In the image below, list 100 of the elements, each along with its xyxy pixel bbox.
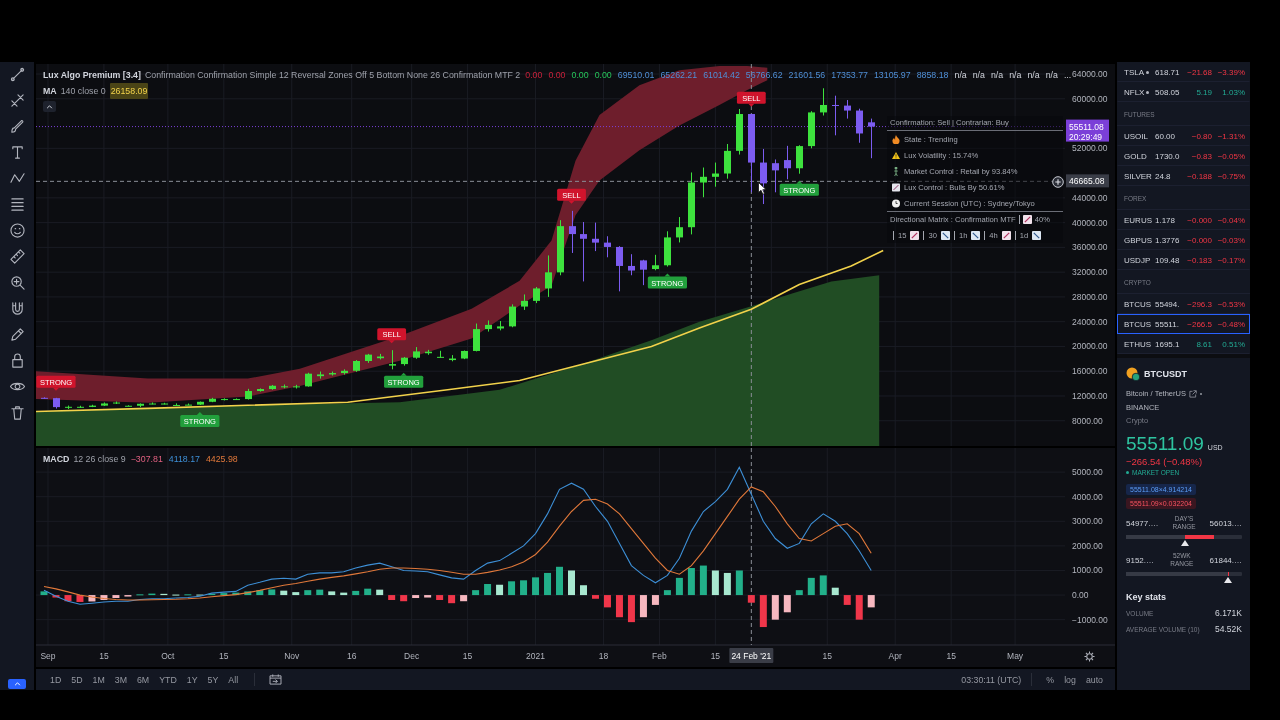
indicator-value: 17353.77 [830,69,869,82]
price-change: −266.54 (−0.48%) [1126,456,1203,467]
time-axis-label: Feb [652,651,667,661]
key-stats-title: Key stats [1126,592,1167,602]
time-axis-label: Oct [161,651,175,661]
symbol-text: BTCUS [1124,299,1152,309]
change-text: −0.80 [1190,131,1212,141]
percent-text: −0.05% [1216,151,1245,161]
indicator-value: 0.00 [547,69,567,82]
symbol-text: GOLD [1124,151,1147,161]
indicator-value: 4118.17 [167,453,201,466]
indicator-value: −307.81 [129,453,164,466]
indicator-name: MA [43,85,57,98]
price-axis-label: 4000.00 [1072,491,1103,502]
indicator-name: Lux Algo Premium [3.4] [43,69,141,82]
range-high: 61844.… [1209,555,1242,565]
price-axis-label: 20000.00 [1072,341,1108,352]
price-axis-label: 32000.00 [1072,267,1108,278]
percent-text: −0.53% [1216,299,1245,309]
symbol-text: GBPUS [1124,235,1152,245]
indicator-value: 26158.09 [109,83,149,99]
percent-text: 1.03% [1221,87,1245,97]
indicator-value: n/a [989,69,1005,82]
price-axis-label: 52000.00 [1072,143,1108,154]
range-high: 56013.… [1209,518,1242,528]
time-axis-label: 16 [346,651,357,661]
indicator-value: ... [1062,69,1072,82]
indicator-value: 0.00 [570,69,590,82]
percent-text: 0.51% [1221,339,1245,349]
symbol-title: BTCUSDT [1144,369,1187,379]
price-axis-label: 1000.00 [1072,565,1103,576]
symbol-text: ETHUS [1124,339,1152,349]
change-text: −296.3 [1186,299,1212,309]
change-text: −0.83 [1190,151,1212,161]
price-label-tag: 46665.08 [1066,174,1109,188]
price-text: 1730.0 [1155,151,1181,161]
percent-text: −0.03% [1216,235,1245,245]
price-axis-label: 12000.00 [1072,390,1108,401]
price-axis-label: 60000.00 [1072,93,1108,104]
price-text: 55511. [1155,319,1180,329]
time-axis-label: 15 [946,651,956,661]
percent-text: −0.17% [1216,255,1245,265]
indicator-params: Confirmation Confirmation Simple 12 Reversal Zones Off 5 Bottom None 26 Confirmation MTF 2 [144,69,521,82]
indicator-value: n/a [971,69,986,82]
symbol-text: TSLA [1124,67,1144,77]
price-axis-label: 3000.00 [1072,516,1103,527]
indicator-value: n/a [1008,69,1023,82]
change-text: −0.000 [1186,215,1212,225]
price-text: 55494. [1155,299,1181,309]
price-axis-label: 64000.00 [1072,69,1108,80]
change-text: −0.183 [1186,255,1212,265]
price-axis-label: 24000.00 [1072,316,1108,327]
price-axis-label: 28000.00 [1072,291,1108,302]
stat-value: 6.171K [1215,608,1242,618]
price-axis-label: 8000.00 [1072,415,1103,426]
ref-line-label: 55511.08 [1069,121,1105,132]
price-text: 24.8 [1155,171,1172,181]
indicator-value: 8858.18 [915,69,950,82]
time-axis-label: 2021 [526,651,545,661]
time-axis-label: 15 [99,651,109,661]
stat-value: 54.52K [1215,624,1242,634]
time-axis-label: 15 [710,651,721,661]
price-text: 1695.1 [1155,339,1181,349]
time-axis-label: May [1007,651,1024,661]
indicator-value: 69510.01 [616,69,656,82]
price-text: 1.178 [1155,215,1177,225]
indicator-value: 0.00 [593,69,613,82]
price-text: 508.05 [1155,87,1181,97]
clock-text: 03:30:11 (UTC) [961,674,1022,685]
symbol-text: SILVER [1124,171,1152,181]
price-axis-label: 0.00 [1072,590,1089,601]
time-axis-label: 18 [598,651,609,661]
change-text: −0.188 [1186,171,1212,181]
time-axis-label: Apr [888,651,902,661]
symbol-text: USDJP [1124,255,1151,265]
price-axis-label: 40000.00 [1072,217,1108,228]
symbol-text: EURUS [1124,215,1152,225]
indicator-value: 21601.56 [787,69,827,82]
price-axis-label: 36000.00 [1072,242,1108,253]
time-axis-label: Nov [284,651,300,661]
indicator-value: n/a [1044,69,1059,82]
range-low: 54977.… [1126,518,1159,528]
symbol-text: BTCUS [1124,319,1152,329]
indicator-value: 65262.21 [659,69,699,82]
date-label-tag: 24 Feb '21 [729,648,774,663]
change-text: −0.000 [1186,235,1212,245]
price-axis-label: 16000.00 [1072,366,1108,377]
symbol-text: NFLX [1124,87,1145,97]
time-axis-label: 15 [822,651,832,661]
indicator-value: 56766.62 [744,69,784,82]
price-label-tag: 55511.08 20:29:49 [1066,119,1109,142]
price-text: 1.3776 [1155,235,1181,245]
price-axis-label: 5000.00 [1072,467,1103,478]
indicator-name: MACD [43,453,70,466]
indicator-value: 4425.98 [204,453,239,466]
change-text: −21.68 [1186,67,1212,77]
percent-text: −0.48% [1216,319,1245,329]
percent-text: −0.04% [1216,215,1245,225]
percent-text: −0.75% [1216,171,1245,181]
indicator-value: 13105.97 [872,69,912,82]
